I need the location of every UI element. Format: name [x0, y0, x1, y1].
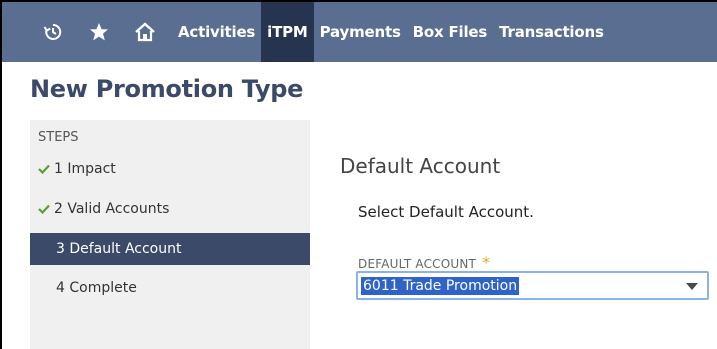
checkmark-icon — [34, 164, 54, 174]
step-label: 4 Complete — [56, 280, 137, 296]
select-value: 6011 Trade Promotion — [361, 276, 520, 295]
step-label: 2 Valid Accounts — [54, 201, 170, 217]
steps-sidebar: STEPS 1 Impact 2 Valid Accounts 3 Defaul… — [30, 120, 310, 349]
page-title: New Promotion Type — [30, 75, 304, 103]
nav-item-payments[interactable]: Payments — [314, 2, 407, 62]
field-label-text: DEFAULT ACCOUNT — [358, 257, 477, 271]
step-valid-accounts[interactable]: 2 Valid Accounts — [30, 193, 310, 225]
required-marker: * — [482, 253, 491, 272]
dropdown-caret-icon[interactable] — [686, 283, 698, 290]
nav-item-transactions[interactable]: Transactions — [493, 2, 610, 62]
home-icon[interactable] — [122, 2, 168, 62]
step-label: 1 Impact — [54, 161, 116, 177]
step-label: 3 Default Account — [56, 241, 182, 257]
step-complete[interactable]: 4 Complete — [30, 272, 310, 304]
star-icon[interactable] — [76, 2, 122, 62]
nav-item-activities[interactable]: Activities — [172, 2, 261, 62]
step-impact[interactable]: 1 Impact — [30, 153, 310, 185]
step-default-account[interactable]: 3 Default Account — [30, 233, 310, 265]
section-title: Default Account — [340, 154, 501, 178]
default-account-label: DEFAULT ACCOUNT * — [358, 253, 490, 272]
top-navbar: Activities iTPM Payments Box Files Trans… — [2, 2, 717, 62]
default-account-select[interactable]: 6011 Trade Promotion — [356, 271, 709, 300]
recent-icon[interactable] — [30, 2, 76, 62]
checkmark-icon — [34, 204, 54, 214]
nav-item-itpm[interactable]: iTPM — [261, 2, 314, 62]
steps-heading: STEPS — [38, 130, 79, 145]
section-description: Select Default Account. — [358, 203, 534, 221]
nav-item-box-files[interactable]: Box Files — [407, 2, 493, 62]
